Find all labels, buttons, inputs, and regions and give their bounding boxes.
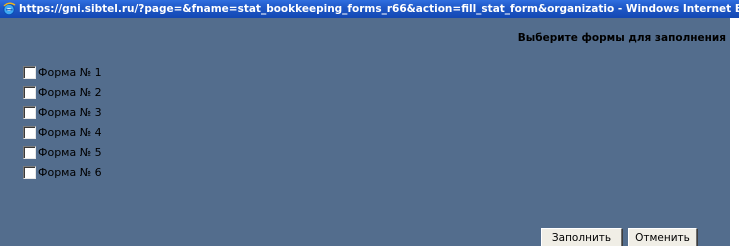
- window-title: https://gni.sibtel.ru/?page=&fname=stat_…: [19, 3, 739, 15]
- forms-list: Форма № 1 Форма № 2 Форма № 3 Форма № 4 …: [23, 62, 102, 182]
- form-6-label[interactable]: Форма № 6: [38, 166, 102, 179]
- page-heading: Выберите формы для заполнения: [517, 32, 726, 44]
- form-5-label[interactable]: Форма № 5: [38, 146, 102, 159]
- form-4-checkbox[interactable]: [23, 125, 36, 139]
- form-1-checkbox[interactable]: [23, 65, 36, 79]
- form-2-checkbox[interactable]: [23, 85, 36, 99]
- form-3-label[interactable]: Форма № 3: [38, 106, 102, 119]
- form-item-1: Форма № 1: [23, 62, 102, 82]
- form-1-label[interactable]: Форма № 1: [38, 66, 102, 79]
- form-4-label[interactable]: Форма № 4: [38, 126, 102, 139]
- window-titlebar[interactable]: https://gni.sibtel.ru/?page=&fname=stat_…: [0, 0, 739, 18]
- form-item-3: Форма № 3: [23, 102, 102, 122]
- browser-window: https://gni.sibtel.ru/?page=&fname=stat_…: [0, 0, 739, 251]
- form-6-checkbox[interactable]: [23, 165, 36, 179]
- form-item-2: Форма № 2: [23, 82, 102, 102]
- form-item-6: Форма № 6: [23, 162, 102, 182]
- form-3-checkbox[interactable]: [23, 105, 36, 119]
- window-right-edge: [730, 18, 739, 251]
- form-2-label[interactable]: Форма № 2: [38, 86, 102, 99]
- form-5-checkbox[interactable]: [23, 145, 36, 159]
- form-item-4: Форма № 4: [23, 122, 102, 142]
- cancel-button[interactable]: Отменить: [628, 228, 697, 247]
- form-item-5: Форма № 5: [23, 142, 102, 162]
- page-content: [0, 18, 730, 246]
- fill-button[interactable]: Заполнить: [541, 228, 622, 247]
- window-bottom-edge: [0, 246, 730, 251]
- internet-explorer-icon: [3, 2, 16, 16]
